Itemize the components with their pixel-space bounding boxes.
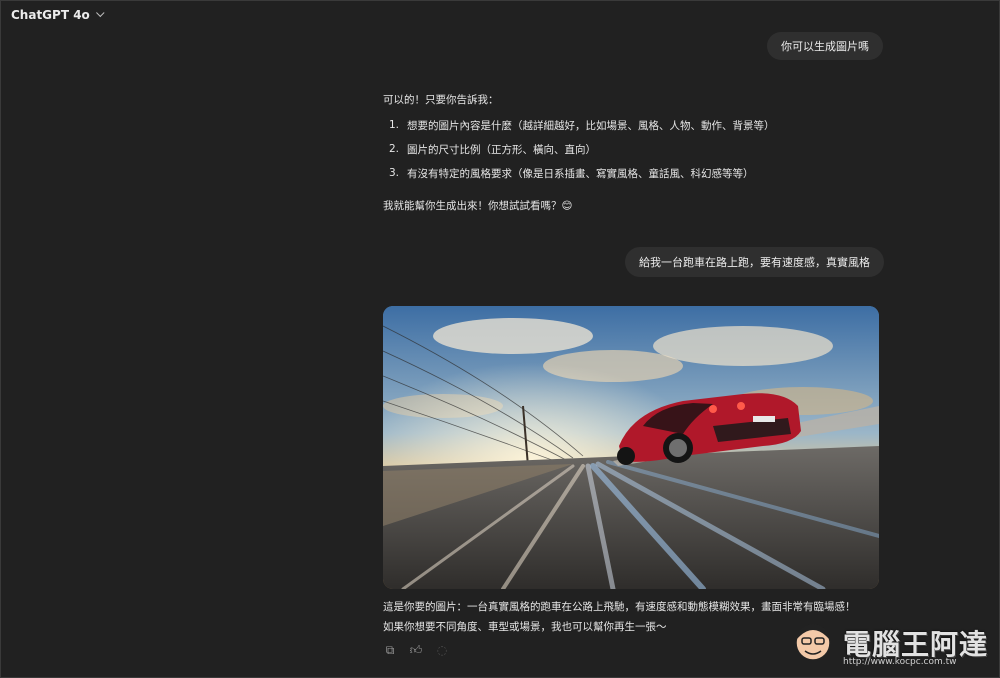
list-number: 3.: [388, 167, 399, 179]
user-message-text: 給我一台跑車在路上跑，要有速度感，真實風格: [639, 256, 870, 269]
watermark-url: http://www.kocpc.com.tw: [843, 657, 957, 667]
assistant-list: 1. 想要的圖片內容是什麼（越詳細越好，比如場景、風格、人物、動作、背景等） 2…: [383, 113, 803, 185]
list-number: 2.: [388, 143, 399, 155]
message-actions: ⧉ 👍︎ ◌: [383, 643, 449, 657]
user-message-bubble: 你可以生成圖片嗎: [767, 32, 883, 60]
user-message-text: 你可以生成圖片嗎: [781, 40, 869, 53]
assistant-outro: 我就能幫你生成出來！你想試試看嗎？😊: [383, 200, 573, 212]
thumbs-down-icon[interactable]: ◌: [435, 643, 449, 657]
sports-car-image: [383, 306, 879, 589]
assistant-message: 可以的！只要你告訴我： 1. 想要的圖片內容是什麼（越詳細越好，比如場景、風格、…: [383, 91, 803, 215]
list-text: 有沒有特定的風格要求（像是日系插畫、寫實風格、童話風、科幻感等等）: [407, 167, 754, 180]
model-label: ChatGPT 4o: [11, 8, 90, 22]
list-item: 2. 圖片的尺寸比例（正方形、橫向、直向）: [383, 137, 803, 161]
chevron-down-icon: [95, 8, 105, 18]
thumbs-up-icon[interactable]: 👍︎: [409, 643, 423, 657]
copy-icon[interactable]: ⧉: [383, 643, 397, 657]
list-text: 圖片的尺寸比例（正方形、橫向、直向）: [407, 143, 596, 156]
list-number: 1.: [388, 119, 399, 131]
model-selector[interactable]: ChatGPT 4o: [11, 6, 105, 24]
list-item: 1. 想要的圖片內容是什麼（越詳細越好，比如場景、風格、人物、動作、背景等）: [383, 113, 803, 137]
generated-image[interactable]: [383, 306, 879, 589]
user-message-bubble: 給我一台跑車在路上跑，要有速度感，真實風格: [625, 247, 884, 277]
assistant-intro: 可以的！只要你告訴我：: [383, 94, 499, 106]
list-text: 想要的圖片內容是什麼（越詳細越好，比如場景、風格、人物、動作、背景等）: [407, 119, 775, 132]
list-item: 3. 有沒有特定的風格要求（像是日系插畫、寫實風格、童話風、科幻感等等）: [383, 161, 803, 185]
chat-window: ChatGPT 4o 你可以生成圖片嗎 可以的！只要你告訴我： 1. 想要的圖片…: [0, 0, 1000, 678]
